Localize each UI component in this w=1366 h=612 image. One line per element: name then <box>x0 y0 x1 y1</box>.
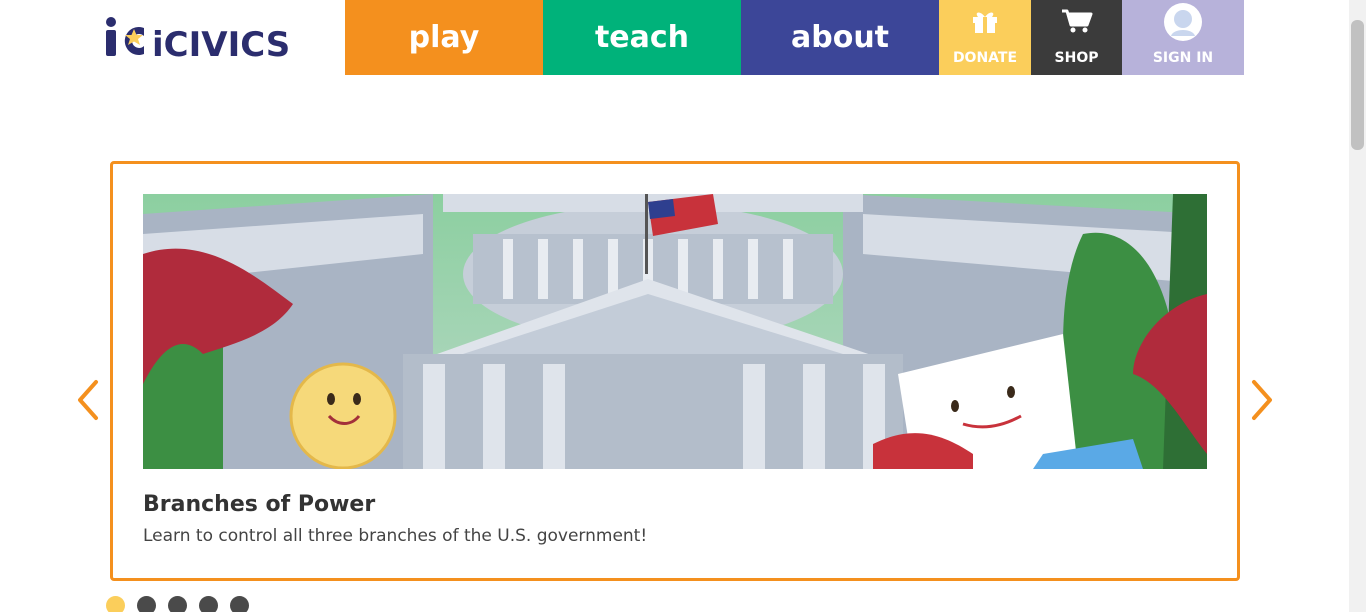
nav-shop[interactable]: SHOP <box>1031 0 1122 75</box>
carousel-dot-2[interactable] <box>137 596 156 612</box>
icivics-logo[interactable]: iCIVICS <box>104 14 294 60</box>
slide-title[interactable]: Branches of Power <box>143 492 375 517</box>
nav-about-label: about <box>790 20 890 55</box>
main-nav: play teach about DONATE SHOP SIGN IN <box>345 0 1244 75</box>
scrollbar-thumb[interactable] <box>1351 20 1364 150</box>
carousel-dot-3[interactable] <box>168 596 187 612</box>
featured-carousel: Branches of Power Learn to control all t… <box>110 161 1240 581</box>
nav-donate[interactable]: DONATE <box>939 0 1031 75</box>
carousel-dot-1[interactable] <box>106 596 125 612</box>
nav-donate-label: DONATE <box>952 50 1018 66</box>
nav-shop-label: SHOP <box>1054 50 1099 66</box>
chevron-left-icon[interactable] <box>74 378 102 422</box>
slide-image[interactable] <box>143 194 1207 469</box>
slide-description: Learn to control all three branches of t… <box>143 526 648 546</box>
page-scrollbar[interactable] <box>1349 0 1366 612</box>
logo-mark: iCIVICS <box>106 17 290 60</box>
site-header: iCIVICS play teach about DONATE SHOP SIG… <box>0 0 1349 75</box>
nav-signin-label: SIGN IN <box>1152 50 1214 66</box>
logo-wordmark: iCIVICS <box>152 25 290 60</box>
cart-icon <box>1061 9 1092 33</box>
carousel-dots <box>106 596 249 612</box>
gift-icon <box>973 12 997 33</box>
chevron-right-icon[interactable] <box>1248 378 1276 422</box>
nav-play[interactable]: play <box>345 0 543 75</box>
nav-play-label: play <box>408 20 480 55</box>
avatar-icon <box>1164 3 1202 41</box>
carousel-dot-5[interactable] <box>230 596 249 612</box>
carousel-dot-4[interactable] <box>199 596 218 612</box>
nav-about[interactable]: about <box>741 0 939 75</box>
nav-teach-label: teach <box>594 20 690 55</box>
nav-teach[interactable]: teach <box>543 0 741 75</box>
nav-signin[interactable]: SIGN IN <box>1122 0 1244 75</box>
capitol-illustration <box>143 194 1207 469</box>
